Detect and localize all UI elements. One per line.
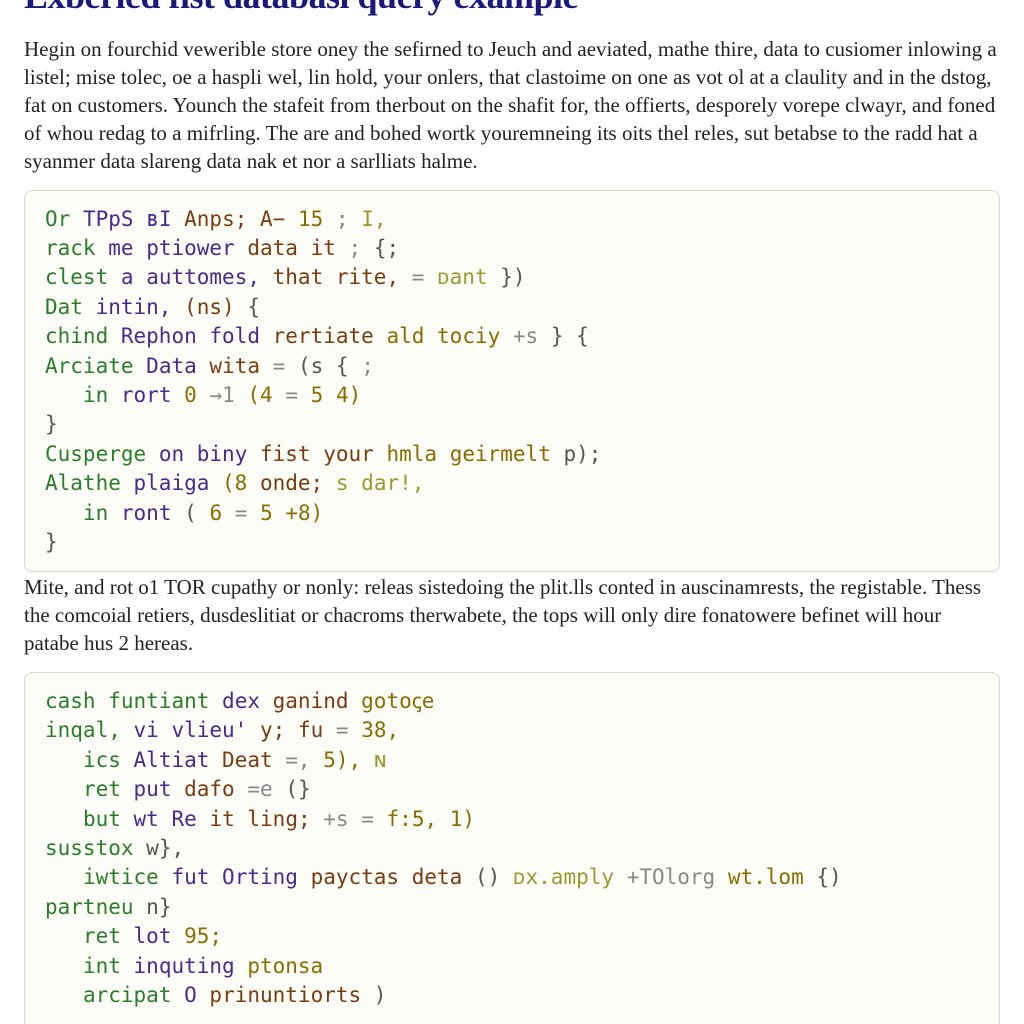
mid-paragraph: Mite, and rot o1 TOR cupathy or nonly: r… — [24, 574, 1000, 658]
document-page: Exberied fist databasl query example Heg… — [0, 0, 1024, 1024]
page-title: Exberied fist databasl query example — [24, 0, 1000, 14]
code-block-2: cash funtiant dex ganind gotoꞔe inqal, v… — [24, 672, 1000, 1024]
code-block-1: Or TPpS ʙI Anps; A− 15 ; I, rack me ptio… — [24, 190, 1000, 573]
intro-paragraph: Hegin on fourchid vewerible store oney t… — [24, 36, 1000, 176]
